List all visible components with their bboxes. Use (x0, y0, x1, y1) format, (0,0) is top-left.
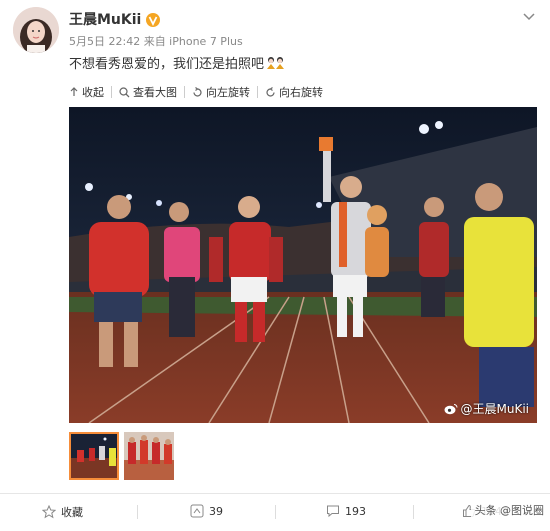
post-meta: 5月5日 22:42 来自 iPhone 7 Plus (69, 35, 243, 48)
view-large-label: 查看大图 (133, 86, 177, 99)
brand-text: 头条 @图说圈 (474, 504, 545, 517)
search-icon (119, 86, 130, 97)
collapse-label: 收起 (82, 86, 104, 99)
divider (111, 86, 112, 98)
thumbnail-strip (69, 432, 179, 480)
collapse-button[interactable]: 收起 (69, 84, 104, 100)
avatar[interactable] (13, 7, 59, 53)
divider (184, 86, 185, 98)
thumbnail-1[interactable] (69, 432, 119, 480)
divider (137, 505, 138, 519)
source-brand: 头条 @图说圈 (470, 500, 548, 520)
rotate-left-button[interactable]: 向左旋转 (192, 84, 250, 100)
divider (413, 505, 414, 519)
rotate-left-label: 向左旋转 (206, 86, 250, 99)
comment-count: 193 (345, 504, 366, 518)
watermark-text: @王晨MuKii (460, 402, 530, 416)
view-large-button[interactable]: 查看大图 (119, 84, 177, 100)
repost-icon (190, 504, 204, 518)
image-watermark: @王晨MuKii (444, 400, 530, 417)
twins-emoji-icon (266, 56, 286, 70)
rotate-left-icon (193, 86, 202, 97)
divider (257, 86, 258, 98)
star-icon (42, 505, 56, 519)
chevron-down-icon[interactable] (522, 7, 536, 21)
comment-icon (327, 505, 339, 518)
favorite-button[interactable]: 收藏 (42, 504, 83, 520)
post-text: 不想看秀恩爱的，我们还是拍照吧 (69, 53, 286, 72)
repost-button[interactable]: 39 (190, 504, 223, 518)
post-header: 王晨MuKii 5月5日 22:42 来自 iPhone 7 Plus (0, 0, 550, 58)
thumbnail-2[interactable] (124, 432, 174, 480)
comment-button[interactable]: 193 (326, 504, 366, 518)
arrow-up-icon (70, 87, 78, 96)
repost-count: 39 (209, 504, 223, 518)
rotate-right-button[interactable]: 向右旋转 (265, 84, 323, 100)
post-body: 不想看秀恩爱的，我们还是拍照吧 (69, 57, 265, 72)
username[interactable]: 王晨MuKii (69, 9, 141, 29)
image-toolbar: 收起 查看大图 向左旋转 向右旋转 (69, 83, 323, 101)
weibo-icon (444, 403, 457, 414)
verified-icon (146, 12, 161, 27)
favorite-label: 收藏 (61, 506, 83, 519)
rotate-right-label: 向右旋转 (279, 86, 323, 99)
rotate-right-icon (266, 86, 275, 97)
action-bar: 收藏 39 193 1042 头条 @图说圈 (0, 493, 550, 531)
main-photo[interactable]: @王晨MuKii (69, 107, 537, 423)
divider (275, 505, 276, 519)
